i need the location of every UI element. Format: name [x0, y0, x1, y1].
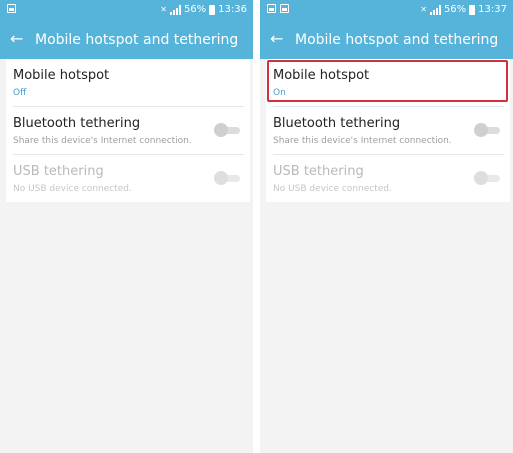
image-notification-icon — [267, 4, 276, 13]
mute-icon: ✕ — [420, 5, 427, 14]
signal-icon — [429, 4, 441, 15]
page-title: Mobile hotspot and tethering — [35, 32, 239, 48]
phone-screen-left: ✕ 56% 13:36 ← Mobile hotspot and tetheri… — [0, 0, 253, 453]
usb-tethering-toggle — [214, 171, 242, 185]
row-subtitle: Share this device's Internet connection. — [273, 136, 452, 146]
status-time: 13:36 — [218, 4, 247, 15]
page-title: Mobile hotspot and tethering — [295, 32, 499, 48]
row-title: Bluetooth tethering — [273, 116, 401, 131]
usb-tethering-toggle — [474, 171, 502, 185]
status-bar: ✕ 56% 13:36 — [0, 0, 253, 21]
row-title: USB tethering — [13, 164, 104, 179]
status-time: 13:37 — [478, 4, 507, 15]
mute-icon: ✕ — [160, 5, 167, 14]
bluetooth-tethering-toggle[interactable] — [474, 123, 502, 137]
status-bar: ✕ 56% 13:37 — [260, 0, 513, 21]
mobile-hotspot-row[interactable]: Mobile hotspot On — [266, 59, 510, 106]
bluetooth-tethering-toggle[interactable] — [214, 123, 242, 137]
usb-tethering-row: USB tethering No USB device connected. — [266, 155, 510, 202]
row-title: Mobile hotspot — [13, 68, 110, 83]
highlight-box — [267, 60, 508, 102]
bluetooth-tethering-row[interactable]: Bluetooth tethering Share this device's … — [6, 107, 250, 154]
battery-icon — [209, 4, 216, 15]
battery-icon — [469, 4, 476, 15]
signal-icon — [169, 4, 181, 15]
usb-tethering-row: USB tethering No USB device connected. — [6, 155, 250, 202]
row-subtitle: No USB device connected. — [13, 184, 132, 194]
image-notification-icon — [280, 4, 289, 13]
back-arrow-icon[interactable]: ← — [270, 30, 283, 48]
back-arrow-icon[interactable]: ← — [10, 30, 23, 48]
row-title: Bluetooth tethering — [13, 116, 141, 131]
settings-list: Mobile hotspot Off Bluetooth tethering S… — [6, 59, 250, 202]
mobile-hotspot-row[interactable]: Mobile hotspot Off — [6, 59, 250, 106]
settings-list: Mobile hotspot On Bluetooth tethering Sh… — [266, 59, 510, 202]
row-title: USB tethering — [273, 164, 364, 179]
row-status: Off — [13, 88, 27, 98]
app-bar: ← Mobile hotspot and tethering — [0, 21, 253, 59]
phone-screen-right: ✕ 56% 13:37 ← Mobile hotspot and tetheri… — [260, 0, 513, 453]
image-notification-icon — [7, 4, 16, 13]
app-bar: ← Mobile hotspot and tethering — [260, 21, 513, 59]
battery-percent: 56% — [443, 4, 467, 15]
row-subtitle: No USB device connected. — [273, 184, 392, 194]
row-subtitle: Share this device's Internet connection. — [13, 136, 192, 146]
battery-percent: 56% — [183, 4, 207, 15]
bluetooth-tethering-row[interactable]: Bluetooth tethering Share this device's … — [266, 107, 510, 154]
